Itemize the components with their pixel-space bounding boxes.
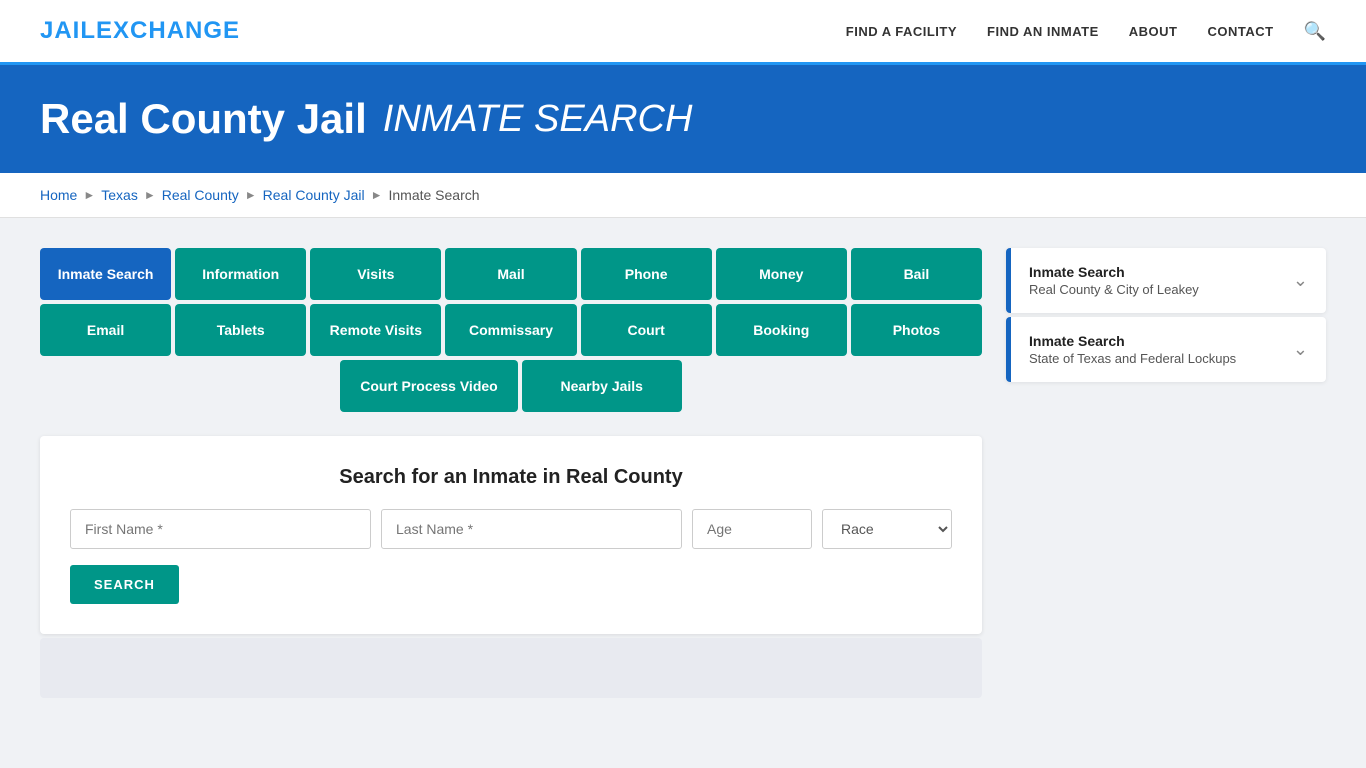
- sidebar-card-1: Inmate Search Real County & City of Leak…: [1006, 248, 1326, 313]
- sidebar-card-1-title: Inmate Search: [1029, 264, 1199, 280]
- chevron-down-icon-1: ⌄: [1293, 270, 1308, 291]
- age-input[interactable]: [692, 509, 812, 549]
- hero-banner: Real County Jail INMATE SEARCH: [0, 65, 1366, 173]
- search-icon[interactable]: 🔍: [1304, 21, 1326, 42]
- btn-mail[interactable]: Mail: [445, 248, 576, 300]
- nav-contact[interactable]: CONTACT: [1207, 24, 1273, 39]
- btn-bail[interactable]: Bail: [851, 248, 982, 300]
- sidebar-card-2-text: Inmate Search State of Texas and Federal…: [1029, 333, 1236, 366]
- left-panel: Inmate Search Information Visits Mail Ph…: [40, 248, 982, 698]
- search-fields: Race White Black Hispanic Asian Other: [70, 509, 952, 549]
- first-name-input[interactable]: [70, 509, 371, 549]
- main-nav: FIND A FACILITY FIND AN INMATE ABOUT CON…: [846, 21, 1326, 42]
- nav-about[interactable]: ABOUT: [1129, 24, 1178, 39]
- breadcrumb-real-county[interactable]: Real County: [162, 187, 239, 203]
- sidebar-card-1-subtitle: Real County & City of Leakey: [1029, 282, 1199, 297]
- right-sidebar: Inmate Search Real County & City of Leak…: [1006, 248, 1326, 386]
- btn-email[interactable]: Email: [40, 304, 171, 356]
- logo-exchange: EXCHANGE: [96, 17, 240, 44]
- page-subtitle: INMATE SEARCH: [383, 98, 693, 141]
- sidebar-card-2: Inmate Search State of Texas and Federal…: [1006, 317, 1326, 382]
- breadcrumb-real-county-jail[interactable]: Real County Jail: [263, 187, 365, 203]
- breadcrumb-texas[interactable]: Texas: [101, 187, 138, 203]
- btn-visits[interactable]: Visits: [310, 248, 441, 300]
- breadcrumb-home[interactable]: Home: [40, 187, 77, 203]
- btn-photos[interactable]: Photos: [851, 304, 982, 356]
- btn-inmate-search[interactable]: Inmate Search: [40, 248, 171, 300]
- btn-information[interactable]: Information: [175, 248, 306, 300]
- btn-remote-visits[interactable]: Remote Visits: [310, 304, 441, 356]
- btn-phone[interactable]: Phone: [581, 248, 712, 300]
- search-section: Search for an Inmate in Real County Race…: [40, 436, 982, 634]
- main-content: Inmate Search Information Visits Mail Ph…: [0, 218, 1366, 728]
- page-heading: Real County Jail INMATE SEARCH: [40, 95, 1326, 143]
- race-select[interactable]: Race White Black Hispanic Asian Other: [822, 509, 952, 549]
- facility-name: Real County Jail: [40, 95, 367, 143]
- sep-1: ►: [83, 188, 95, 202]
- sidebar-card-1-header[interactable]: Inmate Search Real County & City of Leak…: [1006, 248, 1326, 313]
- breadcrumb-current: Inmate Search: [388, 187, 479, 203]
- sidebar-card-1-text: Inmate Search Real County & City of Leak…: [1029, 264, 1199, 297]
- chevron-down-icon-2: ⌄: [1293, 339, 1308, 360]
- search-button[interactable]: SEARCH: [70, 565, 179, 604]
- sidebar-card-2-header[interactable]: Inmate Search State of Texas and Federal…: [1006, 317, 1326, 382]
- sep-4: ►: [371, 188, 383, 202]
- btn-booking[interactable]: Booking: [716, 304, 847, 356]
- btn-nearby-jails[interactable]: Nearby Jails: [522, 360, 682, 412]
- sidebar-card-2-title: Inmate Search: [1029, 333, 1236, 349]
- content-wrapper: Inmate Search Information Visits Mail Ph…: [40, 248, 1326, 698]
- logo-jail: JAIL: [40, 17, 96, 44]
- nav-buttons-row2: Email Tablets Remote Visits Commissary C…: [40, 304, 982, 356]
- site-header: JAILEXCHANGE FIND A FACILITY FIND AN INM…: [0, 0, 1366, 65]
- btn-court-process-video[interactable]: Court Process Video: [340, 360, 517, 412]
- sidebar-card-2-subtitle: State of Texas and Federal Lockups: [1029, 351, 1236, 366]
- breadcrumb: Home ► Texas ► Real County ► Real County…: [0, 173, 1366, 218]
- sep-2: ►: [144, 188, 156, 202]
- nav-buttons-row1: Inmate Search Information Visits Mail Ph…: [40, 248, 982, 300]
- nav-find-inmate[interactable]: FIND AN INMATE: [987, 24, 1099, 39]
- sep-3: ►: [245, 188, 257, 202]
- btn-money[interactable]: Money: [716, 248, 847, 300]
- nav-buttons-row3: Court Process Video Nearby Jails: [40, 360, 982, 412]
- last-name-input[interactable]: [381, 509, 682, 549]
- site-logo: JAILEXCHANGE: [40, 17, 240, 45]
- search-title: Search for an Inmate in Real County: [70, 466, 952, 489]
- btn-tablets[interactable]: Tablets: [175, 304, 306, 356]
- nav-find-facility[interactable]: FIND A FACILITY: [846, 24, 957, 39]
- btn-court[interactable]: Court: [581, 304, 712, 356]
- btn-commissary[interactable]: Commissary: [445, 304, 576, 356]
- bottom-placeholder: [40, 638, 982, 698]
